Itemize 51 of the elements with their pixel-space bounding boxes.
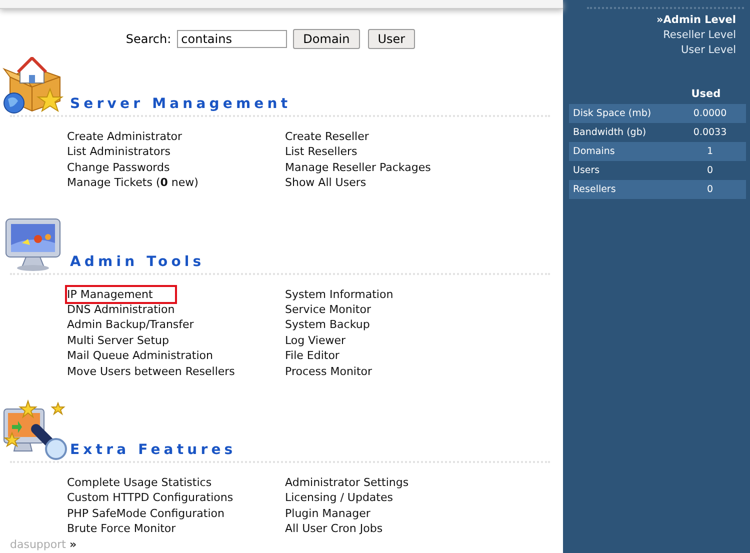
table-cell-text: Resellers: [572, 184, 617, 195]
search-field[interactable]: contains: [177, 30, 288, 48]
menu-link[interactable]: System Information: [285, 286, 394, 302]
column-header: Used: [690, 88, 722, 100]
menu-link[interactable]: Move Users between Resellers: [67, 364, 235, 380]
menu-link[interactable]: Show All Users: [285, 175, 366, 191]
table-cell-text: 0: [706, 165, 714, 176]
menu-link[interactable]: Change Passwords: [67, 160, 170, 176]
menu-link[interactable]: Create Administrator: [67, 129, 182, 144]
table-cell-text: 0.0000: [692, 108, 728, 119]
menu-link[interactable]: Process Monitor: [285, 364, 372, 380]
section-title: Extra Features: [70, 442, 236, 458]
menu-link[interactable]: Mail Queue Administration: [67, 348, 213, 364]
menu-link[interactable]: List Administrators: [67, 144, 170, 160]
section-title: Server Management: [70, 96, 292, 112]
menu-link[interactable]: Create Reseller: [285, 129, 369, 144]
menu-link[interactable]: Manage Reseller Packages: [285, 160, 431, 176]
menu-link[interactable]: Manage Tickets (0 new): [67, 175, 198, 191]
table-cell-text: Users: [572, 165, 601, 176]
search-button[interactable]: Domain: [293, 29, 360, 49]
menu-link[interactable]: Admin Backup/Transfer: [67, 317, 194, 333]
menu-link[interactable]: Brute Force Monitor: [67, 521, 176, 537]
menu-link[interactable]: Service Monitor: [285, 302, 371, 318]
menu-link[interactable]: File Editor: [285, 348, 340, 364]
menu-link[interactable]: Custom HTTPD Configurations: [67, 490, 234, 506]
level-link[interactable]: User Level: [681, 43, 736, 58]
menu-link[interactable]: All User Cron Jobs: [285, 521, 383, 537]
menu-link[interactable]: System Backup: [285, 317, 370, 333]
menu-link[interactable]: PHP SafeMode Configuration: [67, 506, 224, 522]
level-link[interactable]: Reseller Level: [663, 28, 736, 43]
menu-link[interactable]: IP Management: [67, 286, 175, 302]
table-cell-text: 1: [706, 146, 714, 157]
menu-link[interactable]: List Resellers: [285, 144, 358, 160]
menu-link[interactable]: Multi Server Setup: [67, 332, 169, 348]
breadcrumb-separator: »: [69, 538, 77, 551]
search-button[interactable]: User: [368, 29, 416, 49]
menu-link[interactable]: Administrator Settings: [285, 475, 409, 490]
menu-link[interactable]: Complete Usage Statistics: [67, 475, 212, 490]
level-link[interactable]: »Admin Level: [656, 13, 736, 28]
menu-link[interactable]: Plugin Manager: [285, 506, 370, 522]
search-label: Search:: [126, 32, 172, 46]
table-cell-text: Domains: [572, 146, 616, 157]
menu-link[interactable]: Log Viewer: [285, 332, 346, 348]
table-cell-text: 0: [706, 184, 714, 195]
table-cell-text: Disk Space (mb): [572, 108, 652, 119]
monitor-magnifier-stars-icon: [2, 399, 68, 462]
menu-link[interactable]: Licensing / Updates: [285, 490, 393, 506]
table-cell-text: 0.0033: [692, 127, 728, 138]
table-cell-text: Bandwidth (gb): [572, 127, 648, 138]
section-title: Admin Tools: [70, 254, 205, 270]
menu-link[interactable]: DNS Administration: [67, 302, 175, 318]
